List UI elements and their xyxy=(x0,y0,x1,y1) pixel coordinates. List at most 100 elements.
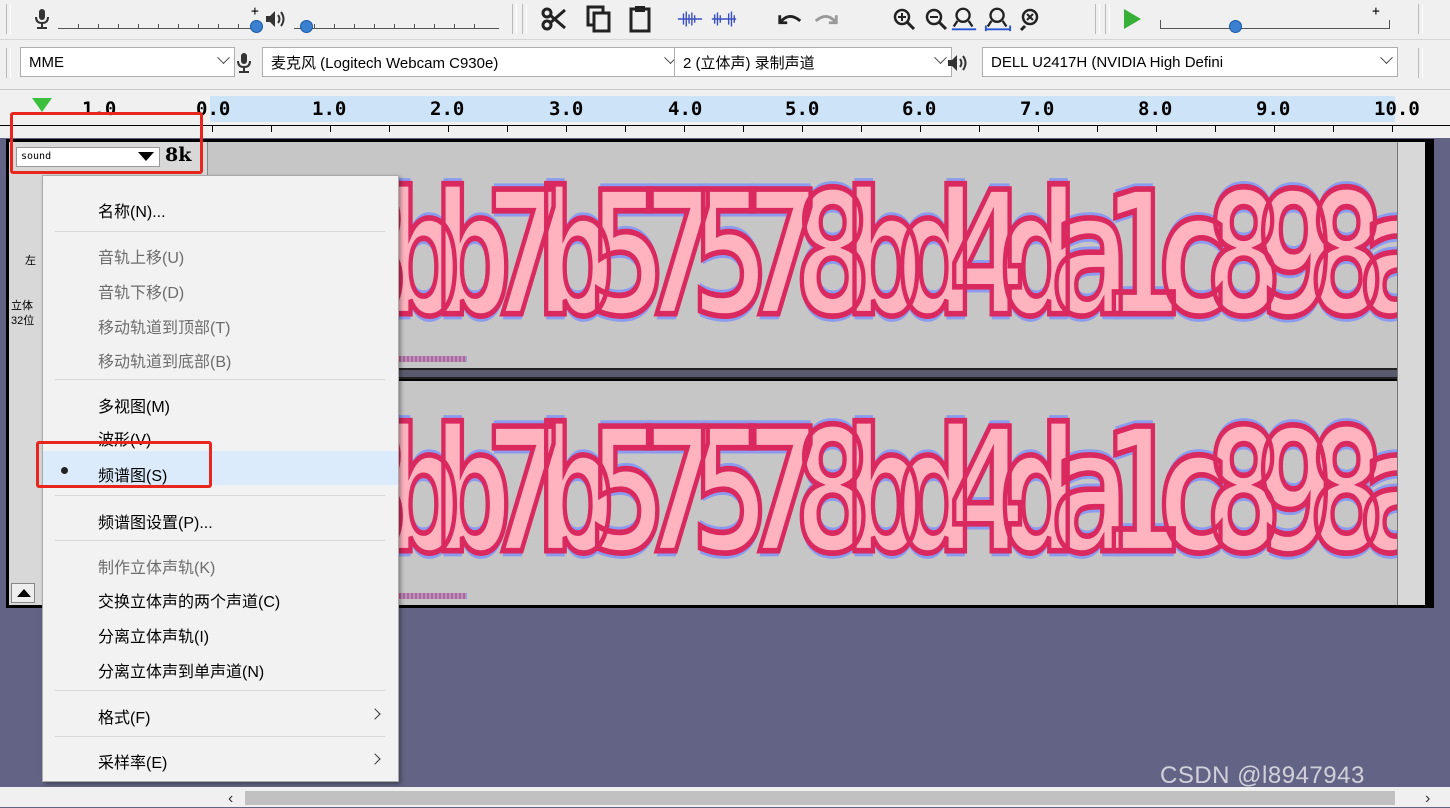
paste-icon[interactable] xyxy=(626,4,654,34)
play-speed-knob[interactable] xyxy=(1229,20,1242,33)
speaker-icon xyxy=(262,4,290,34)
submenu-arrow-icon xyxy=(369,708,381,720)
ruler-tick xyxy=(1274,125,1275,132)
silence-audio-icon[interactable] xyxy=(710,4,738,34)
ruler-label: 9.0 xyxy=(1256,98,1291,120)
ruler-label: 5.0 xyxy=(785,98,820,120)
zoom-out-icon[interactable] xyxy=(922,4,950,34)
playback-volume-slider[interactable] xyxy=(294,16,499,29)
recording-channels-select[interactable]: 2 (立体声) 录制声道 xyxy=(674,47,952,77)
recording-device-mic-icon xyxy=(230,48,258,78)
menu-item-spectrogram-settings[interactable]: 频谱图设置(P)... xyxy=(98,509,213,533)
menu-separator xyxy=(55,379,385,380)
ruler-tick xyxy=(1156,125,1157,132)
chevron-down-icon xyxy=(1380,51,1393,65)
pan-left-label: 左 xyxy=(25,255,36,267)
recording-volume-slider[interactable] xyxy=(58,16,258,29)
ruler-tick xyxy=(920,125,921,132)
play-at-speed-icon[interactable] xyxy=(1118,4,1146,34)
trim-audio-icon[interactable] xyxy=(676,4,704,34)
menu-item-format[interactable]: 格式(F) xyxy=(98,704,150,728)
vertical-scale[interactable] xyxy=(1397,142,1425,605)
toolbar-separator xyxy=(1418,48,1423,78)
redo-icon[interactable] xyxy=(812,4,840,34)
audio-host-value: MME xyxy=(29,53,64,71)
ruler-baseline xyxy=(0,125,1450,126)
ruler-tick xyxy=(448,125,449,132)
menu-item-move-to-top[interactable]: 移动轨道到顶部(T) xyxy=(98,314,230,338)
collapse-track-button[interactable] xyxy=(11,583,35,603)
recording-device-value: 麦克风 (Logitech Webcam C930e) xyxy=(271,54,499,72)
ruler-tick xyxy=(979,125,980,132)
menu-item-name[interactable]: 名称(N)... xyxy=(98,198,166,222)
scroll-left-icon[interactable]: ‹ xyxy=(228,790,233,808)
audio-host-select[interactable]: MME xyxy=(20,47,235,77)
toolbar-separator xyxy=(1418,4,1423,34)
ruler-tick xyxy=(1333,125,1334,132)
chevron-down-icon xyxy=(217,51,230,65)
annotation-box-spectrogram xyxy=(36,441,212,488)
toolbar-separator xyxy=(512,4,517,34)
ruler-tick xyxy=(1392,125,1393,132)
ruler-label: 1.0 xyxy=(312,98,347,120)
playback-device-select[interactable]: DELL U2417H (NVIDIA High Defini xyxy=(982,47,1398,77)
watermark: CSDN @l8947943 xyxy=(1160,762,1365,789)
toolbar-separator xyxy=(1095,4,1100,34)
zoom-in-icon[interactable] xyxy=(890,4,918,34)
menu-item-sample-rate[interactable]: 采样率(E) xyxy=(98,749,167,773)
menu-item-move-down[interactable]: 音轨下移(D) xyxy=(98,279,184,303)
ruler-label: 10.0 xyxy=(1374,98,1420,120)
fit-project-icon[interactable] xyxy=(984,4,1012,34)
bit-depth-label: 32位 xyxy=(11,315,35,327)
recording-device-select[interactable]: 麦克风 (Logitech Webcam C930e) xyxy=(262,47,682,77)
horizontal-scrollbar-thumb[interactable] xyxy=(245,791,1395,805)
stereo-label: 立体 xyxy=(11,300,33,312)
fit-selection-icon[interactable] xyxy=(950,4,978,34)
toolbar-grip[interactable] xyxy=(6,48,11,78)
play-speed-slider[interactable] xyxy=(1160,16,1390,29)
zoom-toggle-icon[interactable] xyxy=(1018,4,1046,34)
ruler-label: 6.0 xyxy=(902,98,937,120)
ruler-label: 8.0 xyxy=(1138,98,1173,120)
playback-device-speaker-icon xyxy=(944,48,972,78)
play-head-triangle-icon[interactable] xyxy=(32,98,52,112)
ruler-tick xyxy=(861,125,862,132)
menu-separator xyxy=(55,736,385,737)
annotation-box-track-menu xyxy=(10,112,203,174)
ruler-tick xyxy=(625,125,626,132)
scroll-right-icon[interactable]: › xyxy=(1425,790,1430,808)
menu-separator xyxy=(55,231,385,232)
menu-item-multi-view[interactable]: 多视图(M) xyxy=(98,393,170,417)
play-speed-max-label: + xyxy=(1372,4,1380,19)
ruler-label: 3.0 xyxy=(549,98,584,120)
menu-item-move-to-bottom[interactable]: 移动轨道到底部(B) xyxy=(98,348,231,372)
toolbar-grip[interactable] xyxy=(522,4,527,34)
playback-volume-knob[interactable] xyxy=(300,20,313,33)
menu-item-split-to-mono[interactable]: 分离立体声到单声道(N) xyxy=(98,658,264,682)
submenu-arrow-icon xyxy=(369,753,381,765)
ruler-tick xyxy=(1038,125,1039,132)
ruler-label: 4.0 xyxy=(668,98,703,120)
playback-device-value: DELL U2417H (NVIDIA High Defini xyxy=(991,53,1224,71)
ruler-tick xyxy=(507,125,508,132)
toolbar-grip[interactable] xyxy=(6,4,11,34)
recording-channels-value: 2 (立体声) 录制声道 xyxy=(683,54,815,72)
ruler-tick xyxy=(1215,125,1216,132)
copy-icon[interactable] xyxy=(585,4,613,34)
recording-volume-max-label: + xyxy=(251,4,259,19)
microphone-icon xyxy=(28,4,56,34)
cut-icon[interactable] xyxy=(540,4,568,34)
undo-icon[interactable] xyxy=(776,4,804,34)
ruler-label: 2.0 xyxy=(430,98,465,120)
menu-item-make-stereo[interactable]: 制作立体声轨(K) xyxy=(98,554,215,578)
ruler-label: 7.0 xyxy=(1020,98,1055,120)
menu-separator xyxy=(55,690,385,691)
menu-item-move-up[interactable]: 音轨上移(U) xyxy=(98,244,184,268)
menu-item-split-stereo[interactable]: 分离立体声轨(I) xyxy=(98,623,209,647)
ruler-tick xyxy=(684,125,685,132)
ruler-tick xyxy=(330,125,331,132)
toolbar-grip[interactable] xyxy=(1105,4,1110,34)
menu-item-swap-channels[interactable]: 交换立体声的两个声道(C) xyxy=(98,588,280,612)
ruler-tick xyxy=(743,125,744,132)
ruler-tick xyxy=(212,125,213,132)
